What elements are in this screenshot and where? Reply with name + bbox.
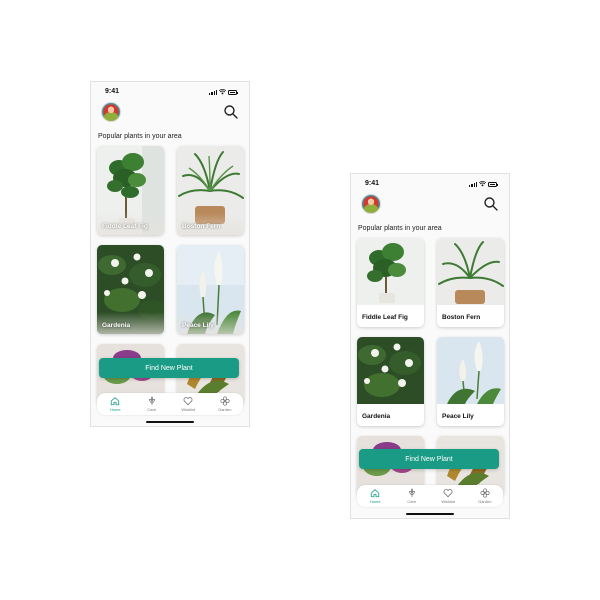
avatar[interactable] bbox=[361, 194, 381, 214]
home-icon bbox=[111, 397, 120, 406]
plant-name: Peace Lily bbox=[182, 322, 214, 329]
plant-name: Boston Fern bbox=[442, 314, 481, 321]
signal-icon bbox=[209, 90, 217, 95]
tab-bar: Home Care Wishlist Garden bbox=[97, 393, 243, 415]
tab-label: Wishlist bbox=[181, 407, 196, 412]
avatar[interactable] bbox=[101, 102, 121, 122]
phone-screen-variant-b: 9:41 Popular plants in your area Fiddle … bbox=[350, 173, 510, 519]
plant-name: Fiddle Leaf Fig bbox=[362, 314, 408, 321]
flower-icon bbox=[480, 488, 490, 498]
search-icon[interactable] bbox=[223, 104, 239, 120]
heart-icon bbox=[183, 397, 193, 406]
heart-icon bbox=[443, 489, 453, 498]
plant-name: Gardenia bbox=[362, 413, 391, 420]
plant-card-gardenia[interactable]: Gardenia bbox=[357, 337, 424, 426]
tab-bar: Home Care Wishlist Garden bbox=[357, 485, 503, 507]
status-bar: 9:41 bbox=[351, 180, 509, 190]
home-icon bbox=[371, 489, 380, 498]
plant-name: Fiddle Leaf Fig bbox=[102, 223, 148, 230]
tab-wishlist[interactable]: Wishlist bbox=[173, 396, 203, 412]
status-bar: 9:41 bbox=[91, 88, 249, 98]
signal-icon bbox=[469, 182, 477, 187]
tab-care[interactable]: Care bbox=[137, 396, 167, 412]
section-title: Popular plants in your area bbox=[98, 133, 182, 140]
wifi-icon bbox=[479, 181, 486, 187]
tab-care[interactable]: Care bbox=[397, 488, 427, 504]
plant-card-fiddle-leaf-fig[interactable]: Fiddle Leaf Fig bbox=[357, 238, 424, 327]
plant-card-peace-lily[interactable]: Peace Lily bbox=[437, 337, 504, 426]
phone-screen-variant-a: 9:41 Popular plants in your area Fiddle … bbox=[90, 81, 250, 427]
tab-label: Home bbox=[109, 407, 121, 412]
plant-card-peace-lily[interactable]: Peace Lily bbox=[177, 245, 244, 334]
tab-garden[interactable]: Garden bbox=[210, 396, 240, 412]
tab-label: Home bbox=[369, 499, 381, 504]
status-time: 9:41 bbox=[105, 88, 120, 95]
plant-name: Peace Lily bbox=[442, 413, 474, 420]
battery-icon bbox=[488, 182, 498, 187]
plant-photo bbox=[357, 337, 424, 404]
section-title: Popular plants in your area bbox=[358, 225, 442, 232]
battery-icon bbox=[228, 90, 238, 95]
plant-card-fiddle-leaf-fig[interactable]: Fiddle Leaf Fig bbox=[97, 146, 164, 235]
plant-card-boston-fern[interactable]: Boston Fern bbox=[437, 238, 504, 327]
tab-label: Care bbox=[407, 499, 417, 504]
plant-name: Boston Fern bbox=[182, 223, 221, 230]
status-time: 9:41 bbox=[365, 180, 380, 187]
home-indicator bbox=[146, 421, 194, 423]
leaf-icon bbox=[148, 396, 155, 406]
plant-card-boston-fern[interactable]: Boston Fern bbox=[177, 146, 244, 235]
plant-photo bbox=[357, 238, 424, 305]
plant-photo bbox=[437, 238, 504, 305]
status-icons bbox=[209, 89, 238, 95]
search-icon[interactable] bbox=[483, 196, 499, 212]
wifi-icon bbox=[219, 89, 226, 95]
plant-photo bbox=[437, 337, 504, 404]
tab-garden[interactable]: Garden bbox=[470, 488, 500, 504]
tab-label: Wishlist bbox=[441, 499, 456, 504]
find-new-plant-button[interactable]: Find New Plant bbox=[99, 358, 239, 378]
tab-home[interactable]: Home bbox=[360, 488, 390, 504]
tab-home[interactable]: Home bbox=[100, 396, 130, 412]
leaf-icon bbox=[408, 488, 415, 498]
plant-name: Gardenia bbox=[102, 322, 131, 329]
status-icons bbox=[469, 181, 498, 187]
home-indicator bbox=[406, 513, 454, 515]
flower-icon bbox=[220, 396, 230, 406]
plant-card-gardenia[interactable]: Gardenia bbox=[97, 245, 164, 334]
tab-label: Garden bbox=[478, 499, 492, 504]
tab-label: Garden bbox=[218, 407, 232, 412]
find-new-plant-button[interactable]: Find New Plant bbox=[359, 449, 499, 469]
tab-label: Care bbox=[147, 407, 157, 412]
tab-wishlist[interactable]: Wishlist bbox=[433, 488, 463, 504]
